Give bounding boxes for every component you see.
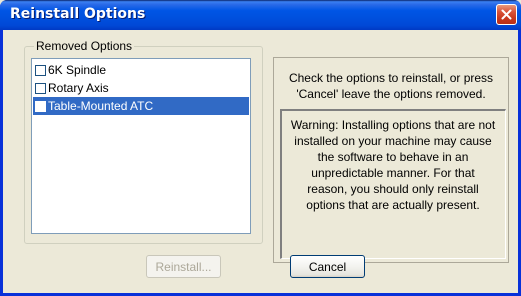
warning-text: Warning: Installing options that are not…	[286, 117, 500, 213]
list-item-label: Table-Mounted ATC	[48, 99, 154, 113]
list-item-label: 6K Spindle	[48, 63, 107, 77]
instructions-line: Check the options to reinstall, or press	[288, 71, 494, 85]
warning-line: installed on your machine may cause	[294, 134, 492, 148]
instructions-line: 'Cancel' leave the options removed.	[296, 87, 486, 101]
checkbox-rotary-axis[interactable]	[35, 82, 46, 94]
list-item-table-mounted-atc[interactable]: Table-Mounted ATC	[33, 97, 249, 115]
dialog-body: Removed Options 6K Spindle Rotary Axis T…	[3, 30, 518, 293]
dialog-window: Reinstall Options Removed Options 6K Spi…	[0, 0, 521, 296]
reinstall-button[interactable]: Reinstall...	[146, 255, 221, 278]
cancel-button[interactable]: Cancel	[290, 255, 365, 278]
warning-line: reason, you should only reinstall	[307, 182, 479, 196]
close-button[interactable]	[496, 4, 517, 25]
info-panel: Check the options to reinstall, or press…	[273, 57, 509, 263]
list-item-rotary-axis[interactable]: Rotary Axis	[33, 79, 249, 97]
list-item-6k-spindle[interactable]: 6K Spindle	[33, 61, 249, 79]
title-bar[interactable]: Reinstall Options	[0, 0, 521, 30]
warning-box: Warning: Installing options that are not…	[280, 109, 506, 259]
options-listbox[interactable]: 6K Spindle Rotary Axis Table-Mounted ATC	[31, 58, 251, 234]
checkbox-table-mounted-atc[interactable]	[35, 100, 46, 112]
group-label: Removed Options	[34, 39, 135, 53]
window-title: Reinstall Options	[10, 6, 146, 22]
list-item-label: Rotary Axis	[48, 81, 109, 95]
close-icon	[501, 9, 512, 20]
warning-line: the software to behave in an	[317, 150, 469, 164]
warning-line: unpredictable manner. For that	[311, 166, 475, 180]
warning-line: options that are actually present.	[306, 198, 480, 212]
instructions-text: Check the options to reinstall, or press…	[280, 70, 502, 102]
warning-line: Warning: Installing options that are not	[290, 118, 496, 132]
removed-options-group: Removed Options 6K Spindle Rotary Axis T…	[24, 39, 263, 244]
checkbox-6k-spindle[interactable]	[35, 64, 46, 76]
